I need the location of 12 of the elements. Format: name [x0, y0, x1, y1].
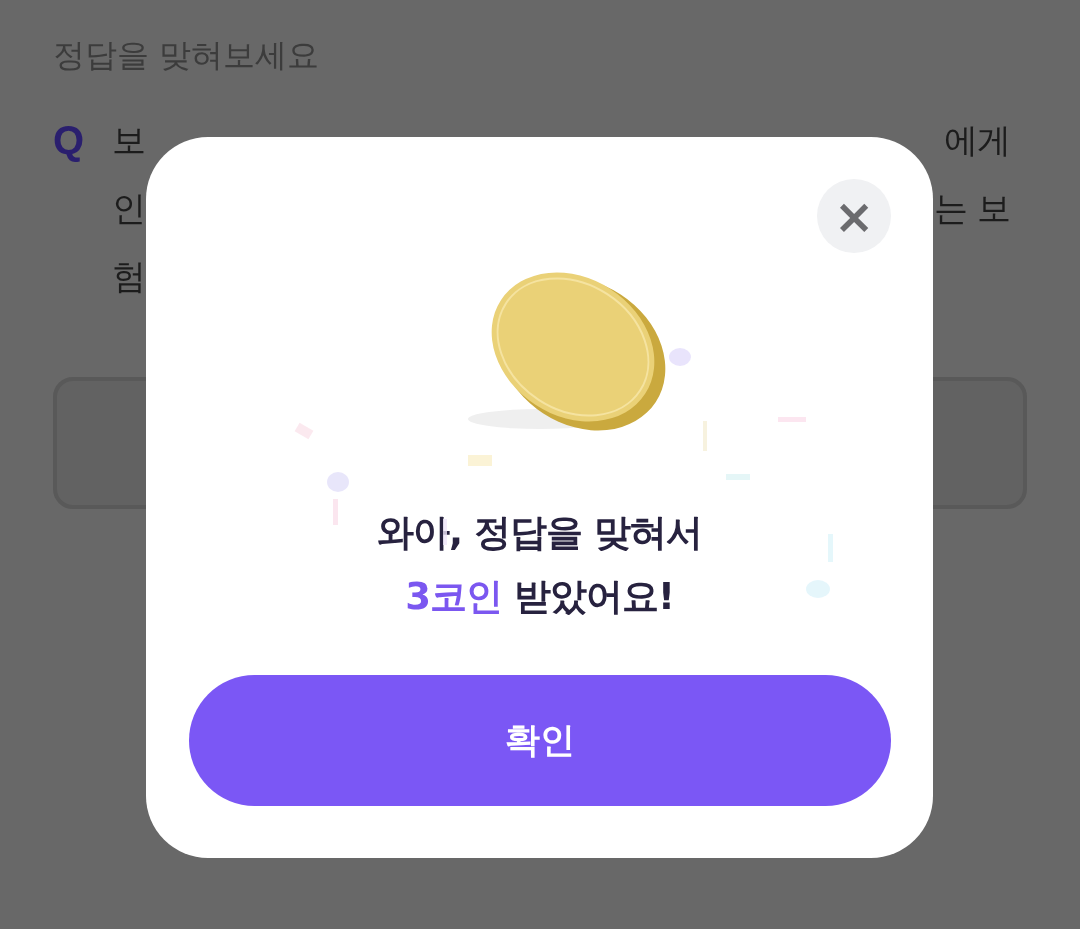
reward-amount: 3코인: [405, 575, 502, 618]
question-text: 보: [112, 119, 146, 162]
question-text: 에게: [944, 119, 1010, 162]
question-text: 는 보: [934, 187, 1010, 230]
reward-text: 받았어요!: [513, 575, 674, 618]
question-marker: Q: [53, 117, 85, 164]
question-text: 인: [112, 187, 146, 230]
close-button[interactable]: ×: [817, 179, 891, 253]
question-text: 험: [112, 255, 146, 298]
coin-icon: [468, 272, 666, 431]
confirm-button[interactable]: 확인: [188, 675, 891, 806]
dialog-title: 와아, 정답을 맞혀서: [377, 510, 702, 556]
